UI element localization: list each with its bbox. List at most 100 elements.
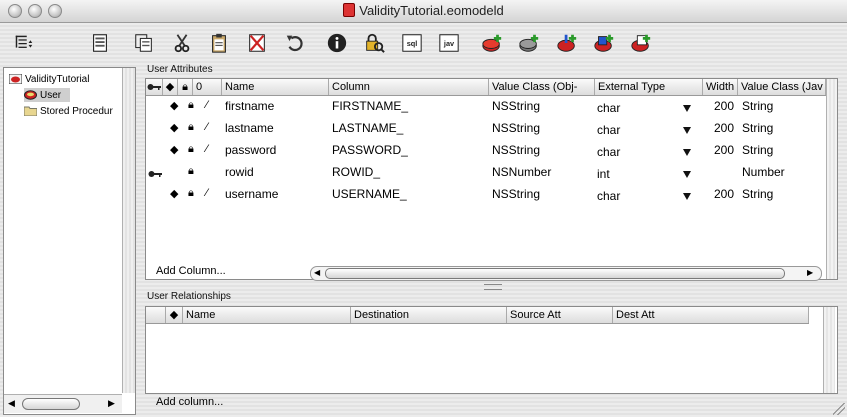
attribute-width-cell[interactable]: 200 [714,187,734,201]
sidebar-vertical-scrollbar[interactable] [122,68,135,393]
split-view-divider[interactable] [484,284,502,290]
attribute-value-class-objc-cell[interactable]: NSString [492,99,540,113]
external-type-dropdown-icon[interactable] [683,105,691,112]
attribute-name-cell[interactable]: password [225,143,276,157]
locking-lock-icon[interactable]: 🔒︎ [188,187,194,200]
table-row[interactable]: ◆ 🔒︎ ⁄ lastname LASTNAME_ NSString char … [146,117,826,139]
attribute-value-class-java-cell[interactable]: Number [742,165,785,179]
attribute-external-type-cell[interactable]: char [597,145,620,159]
class-property-diamond-icon[interactable]: ◆ [170,187,178,200]
allows-null-checkmark-icon[interactable]: ⁄ [206,99,208,111]
attribute-value-class-objc-cell[interactable]: NSString [492,121,540,135]
column-header-source-att[interactable]: Source Att [507,307,613,323]
add-fetch-spec-button[interactable] [592,31,616,55]
delete-button[interactable] [245,31,269,55]
column-header-value-class-java[interactable]: Value Class (Jav [738,79,826,95]
attribute-column-cell[interactable]: LASTNAME_ [332,121,403,135]
attribute-value-class-java-cell[interactable]: String [742,121,773,135]
external-type-dropdown-icon[interactable] [683,149,691,156]
column-header-name[interactable]: Name [222,79,329,95]
attribute-value-class-objc-cell[interactable]: NSString [492,187,540,201]
attribute-name-cell[interactable]: rowid [225,165,254,179]
attributes-scroll-thumb[interactable] [325,268,785,279]
column-header-locking[interactable]: 🔒︎ [178,79,193,95]
locking-lock-icon[interactable]: 🔒︎ [188,165,194,178]
scroll-left-arrow-icon[interactable]: ◀ [314,267,320,279]
column-header-class-property[interactable]: ◆ [163,79,178,95]
table-row[interactable]: ◆ 🔒︎ ⁄ firstname FIRSTNAME_ NSString cha… [146,95,826,117]
column-header-destination[interactable]: Destination [351,307,507,323]
scroll-right-arrow-icon[interactable]: ▶ [108,398,118,409]
scroll-right-arrow-icon[interactable]: ▶ [807,267,813,279]
sidebar-scroll-thumb[interactable] [22,398,80,410]
attribute-value-class-java-cell[interactable]: String [742,187,773,201]
tree-item-stored-procedures[interactable]: Stored Procedur [24,104,113,118]
column-header-blank[interactable] [146,307,166,323]
attribute-value-class-java-cell[interactable]: String [742,99,773,113]
attribute-value-class-objc-cell[interactable]: NSNumber [492,165,551,179]
tree-item-entity-user[interactable]: User [24,88,70,102]
locking-lock-icon[interactable]: 🔒︎ [188,99,194,112]
attribute-value-class-java-cell[interactable]: String [742,143,773,157]
add-entity-button[interactable] [480,31,504,55]
external-type-dropdown-icon[interactable] [683,127,691,134]
allows-null-checkmark-icon[interactable]: ⁄ [206,121,208,133]
paste-button[interactable] [207,31,231,55]
table-row[interactable]: ◆ 🔒︎ ⁄ username USERNAME_ NSString char … [146,183,826,205]
attribute-column-cell[interactable]: ROWID_ [332,165,380,179]
attribute-name-cell[interactable]: firstname [225,99,274,113]
attribute-column-cell[interactable]: FIRSTNAME_ [332,99,408,113]
inspector-button[interactable] [325,31,349,55]
column-header-value-class-objc[interactable]: Value Class (Obj- [489,79,595,95]
class-property-diamond-icon[interactable]: ◆ [170,121,178,134]
locking-lock-icon[interactable]: 🔒︎ [188,143,194,156]
attribute-external-type-cell[interactable]: char [597,101,620,115]
window-resize-grip[interactable] [833,403,845,415]
add-stored-procedure-button[interactable] [629,31,653,55]
tree-item-model[interactable]: ValidityTutorial [9,72,89,86]
primary-key-icon[interactable] [148,169,162,179]
column-header-external-type[interactable]: External Type [595,79,703,95]
attribute-width-cell[interactable]: 200 [714,143,734,157]
outline-view-toggle-button[interactable] [12,31,36,55]
relationships-vertical-scrollbar[interactable] [823,307,835,393]
add-relationship-button[interactable] [555,31,579,55]
validate-button[interactable] [362,31,386,55]
attribute-column-cell[interactable]: PASSWORD_ [332,143,408,157]
external-type-dropdown-icon[interactable] [683,193,691,200]
attribute-column-cell[interactable]: USERNAME_ [332,187,407,201]
attribute-external-type-cell[interactable]: char [597,189,620,203]
add-relationship-column-button[interactable]: Add column... [156,396,223,408]
attribute-external-type-cell[interactable]: int [597,167,610,181]
column-header-dest-att[interactable]: Dest Att [613,307,809,323]
column-header-column[interactable]: Column [329,79,489,95]
locking-lock-icon[interactable]: 🔒︎ [188,121,194,134]
attribute-width-cell[interactable]: 200 [714,121,734,135]
allows-null-checkmark-icon[interactable]: ⁄ [206,187,208,199]
column-header-allows-null[interactable]: 0 [193,79,222,95]
new-entity-button[interactable] [88,31,112,55]
attribute-external-type-cell[interactable]: char [597,123,620,137]
cut-button[interactable] [170,31,194,55]
attributes-vertical-scrollbar[interactable] [826,79,837,279]
allows-null-checkmark-icon[interactable]: ⁄ [206,143,208,155]
external-type-dropdown-icon[interactable] [683,171,691,178]
add-attribute-button[interactable] [517,31,541,55]
attribute-width-cell[interactable]: 200 [714,99,734,113]
table-row[interactable]: 🔒︎ rowid ROWID_ NSNumber int Number [146,161,826,183]
column-header-primary-key[interactable] [146,79,163,95]
attribute-name-cell[interactable]: lastname [225,121,274,135]
class-property-diamond-icon[interactable]: ◆ [170,143,178,156]
column-header-class-property[interactable]: ◆ [166,307,183,323]
column-header-width[interactable]: Width [703,79,738,95]
class-property-diamond-icon[interactable]: ◆ [170,99,178,112]
copy-button[interactable] [132,31,156,55]
generate-sql-button[interactable]: sql [400,31,424,55]
column-header-name[interactable]: Name [183,307,351,323]
undo-button[interactable] [283,31,307,55]
attribute-value-class-objc-cell[interactable]: NSString [492,143,540,157]
attribute-name-cell[interactable]: username [225,187,278,201]
table-row[interactable]: ◆ 🔒︎ ⁄ password PASSWORD_ NSString char … [146,139,826,161]
generate-java-button[interactable]: jav [437,31,461,55]
add-column-button[interactable]: Add Column... [156,265,226,277]
